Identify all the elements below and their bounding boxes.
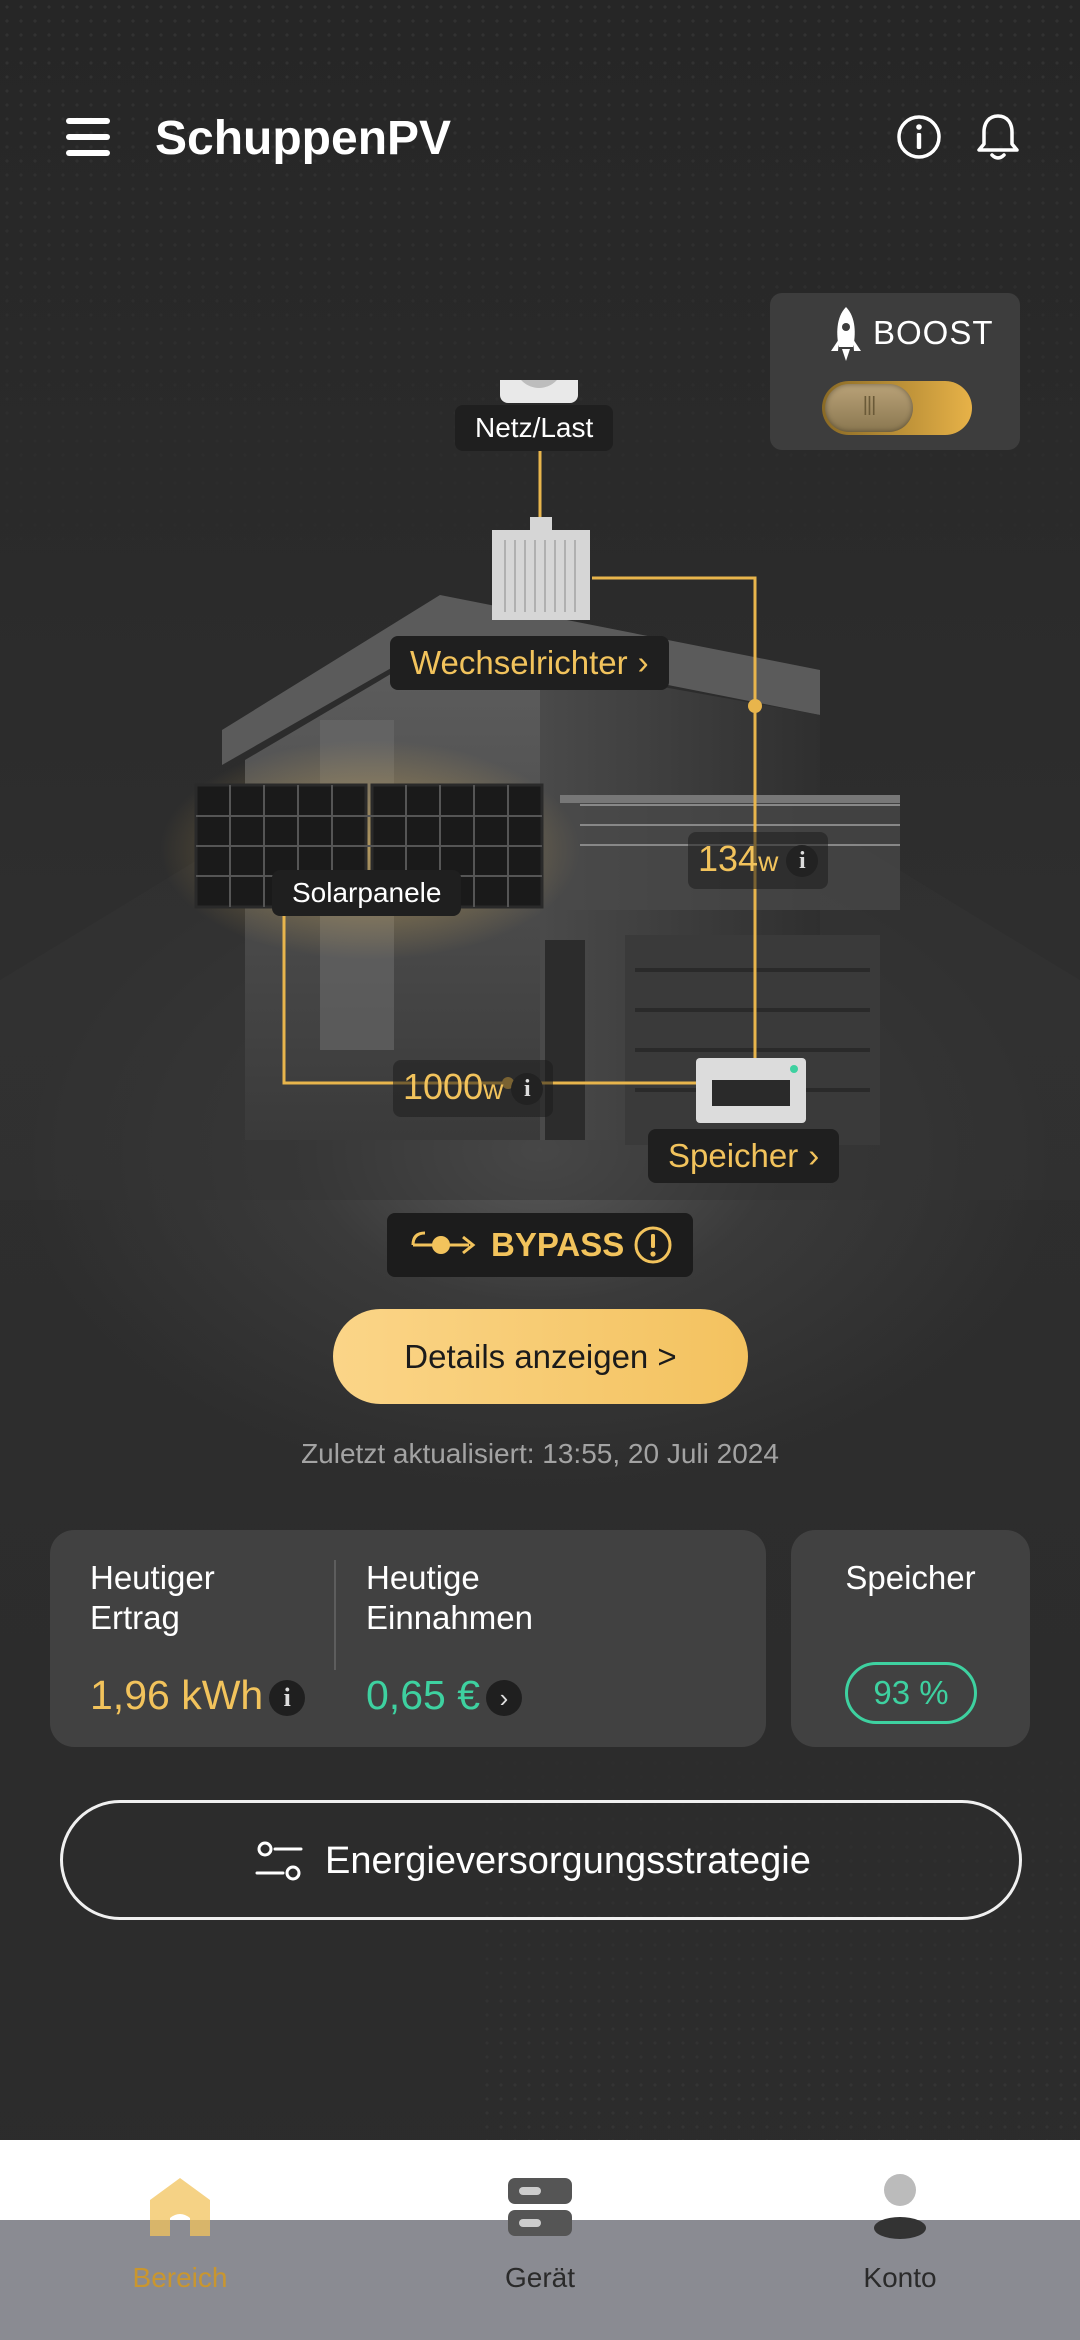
bypass-icon [409,1227,479,1263]
nav-item-home[interactable]: Bereich [0,2140,360,2340]
chevron-right-icon: › [808,1137,820,1174]
yield-label: Heutiger Ertrag [90,1559,215,1636]
chevron-right-icon: › [637,644,649,681]
app-screen: SchuppenPV BOOST ||| Netz/Last Wechselri… [0,0,1080,2340]
account-icon [865,2170,935,2240]
socket-graphic [500,380,578,403]
solar-power: 1000w i [393,1060,554,1117]
alert-icon[interactable] [633,1225,673,1265]
nav-label-account: Konto [863,2262,937,2293]
inverter-graphic [492,517,590,620]
income-value: 0,65 € [366,1672,480,1718]
income-label: Heutige Einnahmen [366,1559,533,1636]
divider [334,1560,336,1670]
storage-link[interactable]: Speicher › [648,1129,840,1183]
storage-card[interactable]: Speicher 93 % [791,1530,1030,1747]
bell-icon[interactable] [974,112,1022,162]
storage-graphic [696,1058,806,1123]
strategy-label: Energieversorgungsstrategie [325,1840,811,1882]
income-value-row: 0,65 € › [366,1670,522,1720]
rocket-icon [828,305,864,365]
device-icon [505,2170,575,2240]
inverter-power-value: 134 [698,838,759,879]
nav-item-account[interactable]: Konto [720,2140,1080,2340]
info-icon[interactable] [896,114,942,160]
menu-icon[interactable] [66,118,112,158]
last-updated-text: Zuletzt aktualisiert: 13:55, 20 Juli 202… [301,1438,779,1469]
storage-card-label: Speicher [845,1559,976,1596]
sliders-icon [255,1839,303,1883]
solar-label: Solarpanele [272,870,462,916]
nav-label-device: Gerät [504,2262,576,2293]
inverter-link[interactable]: Wechselrichter › [390,636,669,690]
solar-power-value: 1000 [403,1066,484,1107]
solar-power-unit: w [483,1074,504,1105]
nav-item-device[interactable]: Gerät [360,2140,720,2340]
chevron-right-icon[interactable]: › [486,1680,522,1717]
yield-value-row: 1,96 kWh i [90,1670,306,1720]
inverter-label: Wechselrichter [410,644,628,681]
bypass-label: BYPASS [491,1226,625,1263]
info-icon[interactable]: i [511,1073,544,1106]
bypass-badge[interactable]: BYPASS [387,1213,693,1277]
page-title: SchuppenPV [155,112,452,165]
info-icon[interactable]: i [269,1680,306,1717]
background-pattern-lower [480,1700,1080,2200]
inverter-power: 134w i [688,832,829,889]
storage-percentage: 93 % [845,1662,977,1724]
details-button[interactable]: Details anzeigen > [333,1309,748,1404]
info-icon[interactable]: i [786,845,819,878]
strategy-button[interactable]: Energieversorgungsstrategie [60,1800,1022,1920]
inverter-power-unit: w [758,846,779,877]
boost-label: BOOST [873,314,994,351]
today-stats-card: Heutiger Ertrag Heutige Einnahmen 1,96 k… [50,1530,766,1747]
energy-flow-diagram: Netz/Last Wechselrichter › 134w i Solarpan… [0,380,1080,1200]
bottom-navigation: Bereich Gerät Konto [0,2140,1080,2340]
home-icon [145,2170,215,2240]
yield-value: 1,96 kWh [90,1672,264,1718]
nav-label-home: Bereich [132,2262,228,2293]
grid-label: Netz/Last [455,405,614,451]
storage-label: Speicher [668,1137,799,1174]
